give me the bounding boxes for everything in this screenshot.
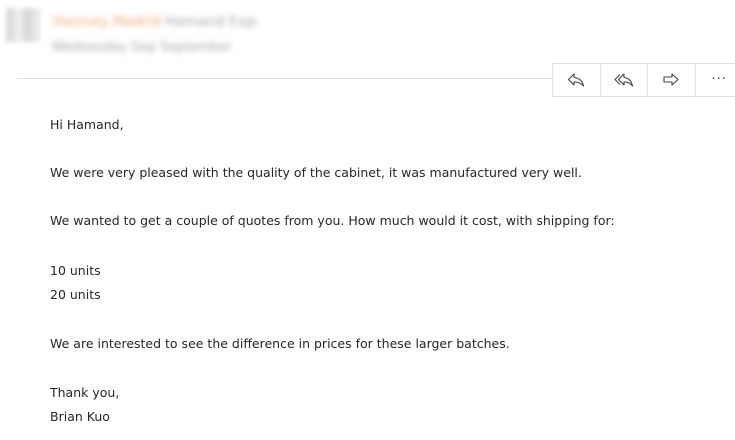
reply-icon	[567, 72, 585, 88]
quantity-line: 20 units	[50, 287, 101, 302]
sender-name[interactable]: Vianney Madrid Hamand Export Group Ltd	[52, 14, 257, 30]
body-line: We were very pleased with the quality of…	[50, 165, 582, 180]
closing-text: Thank you,	[50, 385, 120, 400]
forward-icon	[662, 72, 680, 88]
reply-all-button[interactable]	[601, 64, 648, 96]
message-actions-toolbar: ···	[552, 63, 735, 97]
sender-name-text: Vianney Madrid	[52, 14, 161, 30]
sender-avatar[interactable]	[6, 8, 40, 42]
reply-all-icon	[614, 72, 634, 88]
email-reading-pane: Vianney Madrid Hamand Export Group Ltd W…	[0, 0, 735, 440]
body-line: We wanted to get a couple of quotes from…	[50, 213, 615, 228]
more-options-button[interactable]: ···	[696, 64, 735, 96]
more-options-icon: ···	[711, 72, 727, 87]
greeting-text: Hi Hamand,	[50, 117, 124, 132]
reply-button[interactable]	[553, 64, 601, 96]
sender-organization: Hamand Export Group Ltd	[165, 14, 257, 30]
body-line: We are interested to see the difference …	[50, 336, 510, 351]
quantity-line: 10 units	[50, 263, 101, 278]
signature-text: Brian Kuo	[50, 409, 110, 424]
recipient-line: Wednesday Sep September	[52, 40, 232, 55]
forward-button[interactable]	[648, 64, 696, 96]
